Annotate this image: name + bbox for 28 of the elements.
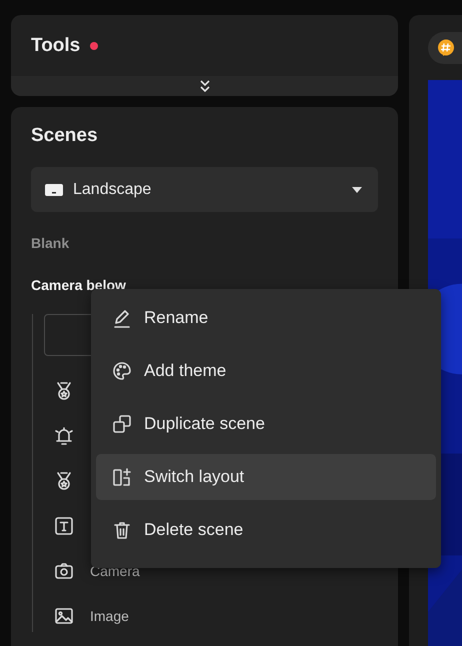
trash-icon (112, 520, 132, 540)
landscape-icon (45, 182, 63, 196)
bell-icon (54, 426, 74, 446)
palette-icon (112, 361, 132, 381)
panel-title: Scenes (31, 125, 99, 147)
layout-icon (112, 467, 132, 487)
pencil-icon (112, 308, 132, 328)
layout-dropdown[interactable]: Landscape (31, 167, 378, 212)
menu-item[interactable]: Delete scene (96, 507, 436, 553)
image-icon (54, 606, 74, 626)
badge-pill[interactable] (428, 32, 462, 64)
hash-badge-icon (437, 39, 455, 57)
medal-icon (54, 470, 74, 490)
panel-title: Tools (31, 34, 80, 56)
menu-item[interactable]: Duplicate scene (96, 401, 436, 447)
camera-icon (54, 560, 74, 580)
menu-item[interactable]: Switch layout (96, 454, 436, 500)
scene-name[interactable]: Blank (31, 235, 70, 251)
source-name[interactable]: Image (90, 608, 129, 624)
double-chevron-icon (200, 80, 210, 92)
text-icon (54, 516, 74, 536)
caret-icon (352, 186, 362, 192)
copy-icon (112, 414, 132, 434)
menu-item[interactable]: Add theme (96, 348, 436, 394)
medal-icon (54, 380, 74, 400)
dropdown-value: Landscape (73, 180, 152, 198)
menu-item[interactable]: Rename (96, 295, 436, 341)
source-name[interactable]: Camera (90, 562, 140, 578)
